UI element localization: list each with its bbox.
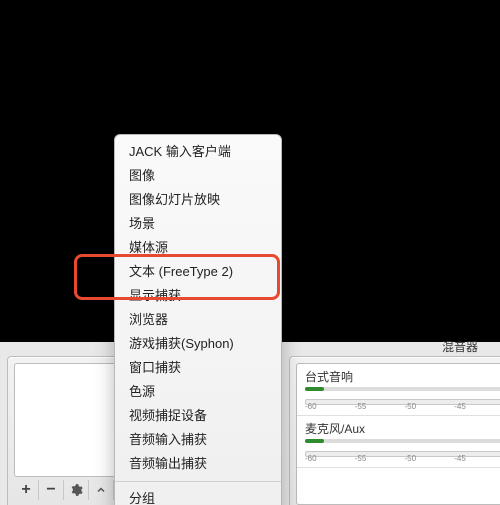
app-root: 混音器 台式音响 -60-55-50-45-40-35-30 麦克风/Aux [0, 0, 500, 505]
menu-separator [115, 481, 281, 482]
mixer-channel-label: 台式音响 [305, 368, 500, 385]
menu-item-color-source[interactable]: 色源 [115, 380, 281, 404]
menu-item-display-capture[interactable]: 显示捕获 [115, 284, 281, 308]
menu-item-scene[interactable]: 场景 [115, 212, 281, 236]
audio-meter [305, 439, 500, 443]
menu-item-game-capture[interactable]: 游戏捕获(Syphon) [115, 332, 281, 356]
menu-item-audio-input[interactable]: 音频输入捕获 [115, 428, 281, 452]
mixer-panel-title: 混音器 [442, 338, 478, 355]
source-settings-button[interactable] [64, 480, 89, 500]
volume-slider[interactable]: -60-55-50-45-40-35-30 [305, 393, 500, 407]
menu-item-image-slideshow[interactable]: 图像幻灯片放映 [115, 188, 281, 212]
mixer-channel-label: 麦克风/Aux [305, 420, 500, 437]
mixer-channel: 台式音响 -60-55-50-45-40-35-30 [297, 364, 500, 416]
menu-item-video-capture[interactable]: 视频捕捉设备 [115, 404, 281, 428]
menu-item-jack-input[interactable]: JACK 输入客户端 [115, 140, 281, 164]
menu-item-media-source[interactable]: 媒体源 [115, 236, 281, 260]
remove-source-button[interactable]: − [39, 480, 64, 500]
add-source-button[interactable]: + [14, 480, 39, 500]
menu-item-text-freetype2[interactable]: 文本 (FreeType 2) [115, 260, 281, 284]
move-up-button[interactable] [89, 480, 114, 500]
menu-item-browser[interactable]: 浏览器 [115, 308, 281, 332]
mixer-box: 台式音响 -60-55-50-45-40-35-30 麦克风/Aux -60-5… [296, 363, 500, 505]
mixer-channel: 麦克风/Aux -60-55-50-45-40-35-30 [297, 416, 500, 468]
menu-item-image[interactable]: 图像 [115, 164, 281, 188]
volume-slider[interactable]: -60-55-50-45-40-35-30 [305, 445, 500, 459]
audio-meter [305, 387, 500, 391]
add-source-context-menu: JACK 输入客户端 图像 图像幻灯片放映 场景 媒体源 文本 (FreeTyp… [114, 134, 282, 505]
menu-item-audio-output[interactable]: 音频输出捕获 [115, 452, 281, 476]
chevron-up-icon [95, 484, 107, 496]
menu-item-group[interactable]: 分组 [115, 487, 281, 505]
menu-item-window-capture[interactable]: 窗口捕获 [115, 356, 281, 380]
gear-icon [69, 483, 83, 497]
mixer-panel: 混音器 台式音响 -60-55-50-45-40-35-30 麦克风/Aux [289, 356, 500, 505]
